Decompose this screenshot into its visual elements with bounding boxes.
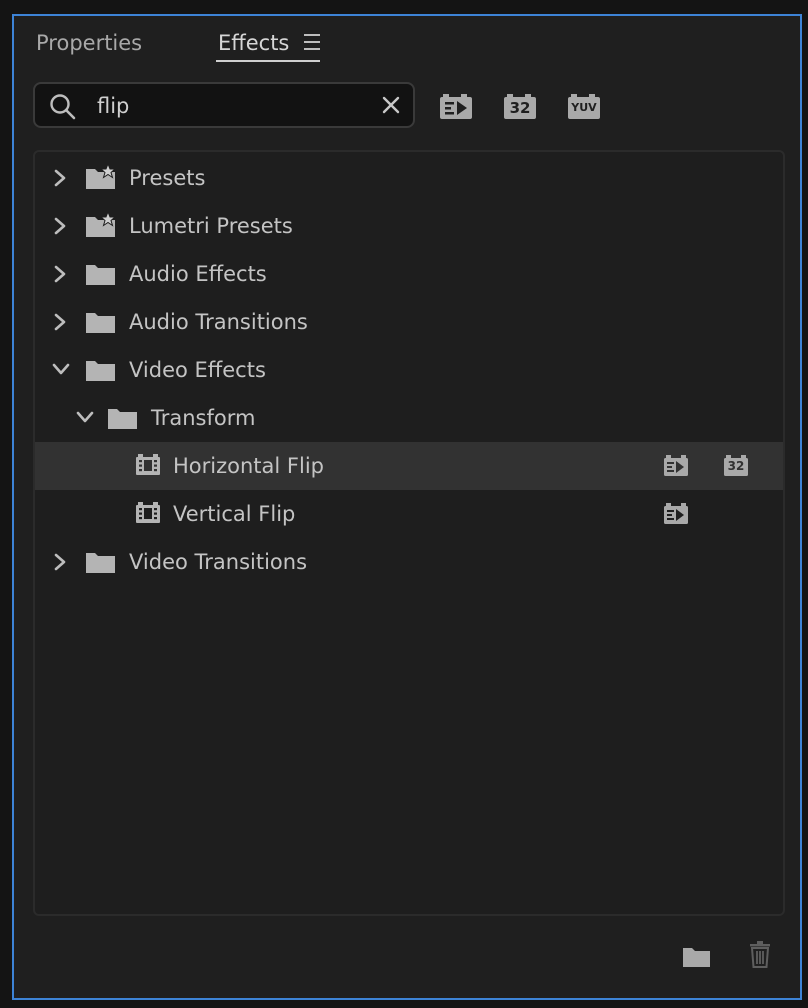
tab-effects[interactable]: Effects: [218, 30, 289, 56]
tree-item-audio-transitions[interactable]: Audio Transitions: [35, 298, 783, 346]
folder-icon: [86, 553, 115, 573]
search-icon: [50, 94, 76, 120]
chevron-right-icon[interactable]: [53, 168, 67, 188]
chevron-down-icon[interactable]: [75, 410, 95, 424]
tree-item-label: Audio Transitions: [129, 310, 308, 334]
chevron-down-icon[interactable]: [51, 362, 71, 376]
tree-item-presets[interactable]: Presets: [35, 154, 783, 202]
yuv-label: YUV: [571, 101, 597, 114]
accelerated-icon: [664, 503, 688, 524]
folder-icon: [86, 361, 115, 381]
folder-icon: [108, 409, 137, 429]
yuv-filter-button[interactable]: YUV: [567, 94, 601, 120]
preset-folder-icon: [86, 212, 117, 237]
tree-item-video-effects[interactable]: Video Effects: [35, 346, 783, 394]
search-box: [33, 82, 415, 128]
panel-tab-bar: Properties Effects: [14, 16, 800, 72]
tree-item-label: Video Effects: [129, 358, 266, 382]
tree-item-vertical-flip[interactable]: Vertical Flip: [35, 490, 783, 538]
accelerated-effects-filter-button[interactable]: [439, 94, 473, 120]
tree-item-label: Presets: [129, 166, 206, 190]
chevron-right-icon[interactable]: [53, 312, 67, 332]
effect-icon: [136, 454, 160, 475]
tree-item-transform[interactable]: Transform: [35, 394, 783, 442]
chevron-right-icon[interactable]: [53, 264, 67, 284]
chevron-right-icon[interactable]: [53, 552, 67, 572]
tree-item-label: Video Transitions: [129, 550, 308, 574]
clear-search-icon[interactable]: [381, 95, 401, 115]
folder-icon: [86, 313, 115, 333]
32-bit-filter-button[interactable]: 32: [503, 94, 537, 120]
panel-menu-icon[interactable]: [302, 34, 322, 52]
effect-icon: [136, 502, 160, 523]
tree-item-audio-effects[interactable]: Audio Effects: [35, 250, 783, 298]
tab-properties[interactable]: Properties: [36, 30, 142, 56]
tree-item-label: Audio Effects: [129, 262, 267, 286]
trash-icon[interactable]: [748, 940, 772, 968]
effects-tree: Presets Lumetri Presets Audio Effects Au…: [33, 150, 785, 916]
active-tab-indicator: [216, 60, 320, 62]
tree-item-label: Vertical Flip: [173, 502, 296, 526]
accelerated-icon: [664, 455, 688, 476]
effects-panel: Properties Effects 32: [12, 14, 802, 1000]
32-bit-badge: 32: [723, 455, 749, 477]
tree-item-label: Transform: [151, 406, 256, 430]
32-bit-label: 32: [509, 99, 531, 117]
preset-folder-icon: [86, 164, 117, 189]
search-input[interactable]: [95, 90, 369, 122]
tree-item-label: Lumetri Presets: [129, 214, 293, 238]
tree-item-video-transitions[interactable]: Video Transitions: [35, 538, 783, 586]
folder-icon: [86, 265, 115, 285]
tree-item-label: Horizontal Flip: [173, 454, 324, 478]
tree-item-horizontal-flip[interactable]: Horizontal Flip 32: [35, 442, 783, 490]
new-bin-folder-icon[interactable]: [682, 944, 712, 968]
tree-item-lumetri-presets[interactable]: Lumetri Presets: [35, 202, 783, 250]
32-bit-label: 32: [727, 459, 745, 473]
chevron-right-icon[interactable]: [53, 216, 67, 236]
